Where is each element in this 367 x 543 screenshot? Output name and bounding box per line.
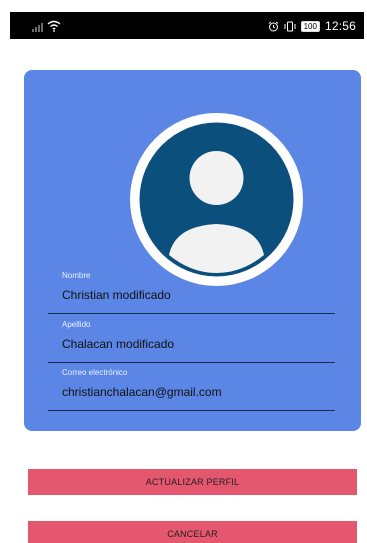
- clock: 12:56: [324, 19, 356, 33]
- status-bar-right: 100 12:56: [268, 19, 356, 33]
- status-bar-left: [32, 20, 61, 32]
- email-label: Correo electrónico: [62, 368, 128, 377]
- vibrate-icon: [284, 21, 296, 31]
- last-name-underline: [48, 362, 335, 363]
- profile-card: Nombre Christian modificado Apellido Cha…: [24, 70, 361, 431]
- first-name-label: Nombre: [62, 271, 91, 280]
- email-input[interactable]: christianchalacan@gmail.com: [62, 384, 360, 400]
- last-name-input[interactable]: Chalacan modificado: [62, 336, 360, 352]
- avatar[interactable]: [130, 113, 303, 286]
- user-avatar-icon: [139, 122, 294, 277]
- email-underline: [48, 410, 335, 411]
- first-name-underline: [48, 313, 335, 314]
- email-field[interactable]: Correo electrónico christianchalacan@gma…: [48, 368, 360, 411]
- first-name-input[interactable]: Christian modificado: [62, 287, 360, 303]
- signal-icon: [32, 23, 43, 32]
- last-name-label: Apellido: [62, 320, 91, 329]
- status-bar: 100 12:56: [10, 12, 364, 39]
- wifi-icon: [47, 20, 61, 32]
- cancel-button[interactable]: CANCELAR: [28, 521, 357, 543]
- update-profile-button[interactable]: ACTUALIZAR PERFIL: [28, 469, 357, 495]
- battery-indicator: 100: [300, 20, 320, 32]
- first-name-field[interactable]: Nombre Christian modificado: [48, 271, 360, 314]
- alarm-icon: [268, 21, 278, 31]
- last-name-field[interactable]: Apellido Chalacan modificado: [48, 320, 360, 363]
